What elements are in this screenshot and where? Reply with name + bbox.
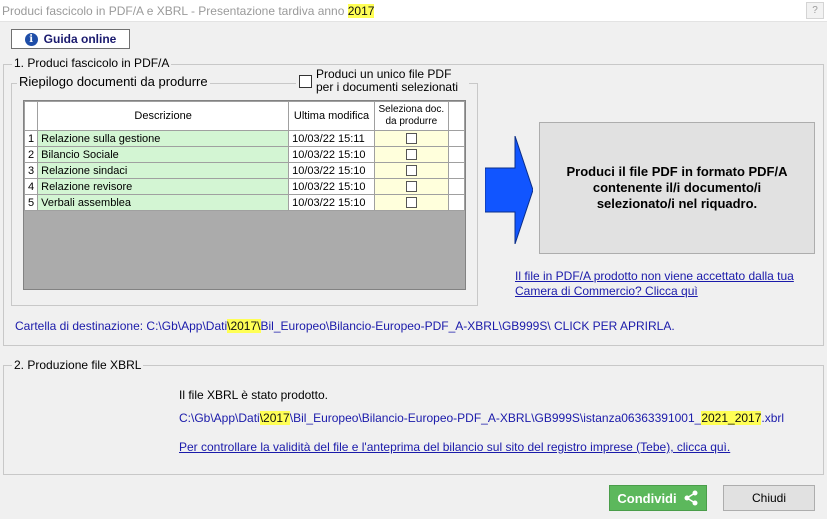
dest-path-year-highlight[interactable]: \2017\ (227, 319, 261, 333)
row-select-cell[interactable] (373, 162, 449, 179)
row-blank (447, 162, 466, 179)
dest-label: Cartella di destinazione: (15, 319, 147, 333)
row-ultima-modifica: 10/03/22 15:10 (288, 178, 375, 195)
row-select-cell[interactable] (373, 130, 449, 147)
row-index: 5 (23, 194, 39, 211)
header-blank (447, 101, 466, 131)
row-select-checkbox[interactable] (405, 165, 417, 177)
pdfa-not-accepted-link[interactable]: Il file in PDF/A prodotto non viene acce… (515, 269, 794, 299)
row-blank (447, 146, 466, 163)
row-ultima-modifica: 10/03/22 15:10 (288, 194, 375, 211)
table-row[interactable]: 3 Relazione sindaci 10/03/22 15:10 (23, 162, 466, 179)
xbrl-path-middle[interactable]: \Bil_Europeo\Bilancio-Europeo-PDF_A-XBRL… (290, 411, 702, 425)
row-select-checkbox[interactable] (405, 181, 417, 193)
table-row[interactable]: 2 Bilancio Sociale 10/03/22 15:10 (23, 146, 466, 163)
table-row[interactable]: 4 Relazione revisore 10/03/22 15:10 (23, 178, 466, 195)
chiudi-button[interactable]: Chiudi (723, 485, 815, 511)
row-ultima-modifica: 10/03/22 15:10 (288, 146, 375, 163)
condividi-label: Condividi (617, 490, 677, 506)
row-select-checkbox[interactable] (405, 149, 417, 161)
dest-path-start[interactable]: C:\Gb\App\Dati (146, 319, 227, 333)
info-icon: i (24, 32, 38, 46)
row-descrizione[interactable]: Relazione sindaci (37, 162, 290, 179)
produce-pdfa-button[interactable]: Produci il file PDF in formato PDF/A con… (539, 122, 815, 254)
title-bar: Produci fascicolo in PDF/A e XBRL - Pres… (0, 0, 827, 22)
row-descrizione[interactable]: Relazione revisore (37, 178, 290, 195)
documents-table: Descrizione Ultima modifica Seleziona do… (23, 100, 466, 290)
row-select-checkbox[interactable] (405, 197, 417, 209)
table-row[interactable]: 1 Relazione sulla gestione 10/03/22 15:1… (23, 130, 466, 147)
xbrl-path-years-highlight[interactable]: 2021_2017 (701, 411, 762, 425)
guida-online-label: Guida online (43, 32, 117, 46)
row-blank (447, 194, 466, 211)
header-descrizione: Descrizione (37, 101, 290, 131)
xbrl-path-year-highlight[interactable]: \2017 (259, 411, 290, 425)
header-seleziona: Seleziona doc. da produrre (373, 101, 449, 131)
row-select-cell[interactable] (373, 194, 449, 211)
tebe-check-link[interactable]: Per controllare la validità del file e l… (179, 440, 730, 454)
xbrl-path-ext[interactable]: .xbrl (761, 411, 784, 425)
row-index: 4 (23, 178, 39, 195)
row-descrizione[interactable]: Verbali assemblea (37, 194, 290, 211)
arrow-right-icon (485, 136, 533, 244)
single-pdf-checkbox[interactable] (299, 75, 312, 88)
row-descrizione[interactable]: Relazione sulla gestione (37, 130, 290, 147)
row-ultima-modifica: 10/03/22 15:11 (288, 130, 375, 147)
dest-path-end[interactable]: Bil_Europeo\Bilancio-Europeo-PDF_A-XBRL\… (261, 319, 675, 333)
row-blank (447, 178, 466, 195)
header-index (23, 101, 39, 131)
single-pdf-label: Produci un unico file PDF per i document… (316, 67, 459, 94)
table-header: Descrizione Ultima modifica Seleziona do… (23, 101, 466, 131)
window-title: Produci fascicolo in PDF/A e XBRL - Pres… (2, 4, 375, 18)
pdfa-link-line1[interactable]: Il file in PDF/A prodotto non viene acce… (515, 269, 794, 284)
row-select-cell[interactable] (373, 146, 449, 163)
row-select-checkbox[interactable] (405, 133, 417, 145)
row-descrizione[interactable]: Bilancio Sociale (37, 146, 290, 163)
pdfa-link-line2[interactable]: Camera di Commercio? Clicca quì (515, 284, 794, 299)
single-pdf-option[interactable]: Produci un unico file PDF per i document… (296, 68, 469, 94)
row-index: 1 (23, 130, 39, 147)
section-pdfa-legend: 1. Produci fascicolo in PDF/A (12, 56, 172, 70)
destination-folder-link[interactable]: Cartella di destinazione: C:\Gb\App\Dati… (15, 319, 675, 333)
share-icon (684, 490, 698, 506)
row-ultima-modifica: 10/03/22 15:10 (288, 162, 375, 179)
xbrl-file-path-link[interactable]: C:\Gb\App\Dati\2017\Bil_Europeo\Bilancio… (179, 411, 784, 425)
section-xbrl-legend: 2. Produzione file XBRL (12, 358, 144, 372)
xbrl-path-start[interactable]: C:\Gb\App\Dati (179, 411, 260, 425)
header-ultima-modifica: Ultima modifica (288, 101, 375, 131)
row-index: 2 (23, 146, 39, 163)
title-year-highlight: 2017 (347, 4, 375, 18)
help-title-button[interactable]: ? (806, 2, 824, 19)
documents-groupbox-legend: Riepilogo documenti da produrre (17, 74, 210, 89)
row-select-cell[interactable] (373, 178, 449, 195)
xbrl-status-message: Il file XBRL è stato prodotto. (179, 388, 328, 402)
guida-online-button[interactable]: i Guida online (11, 29, 130, 49)
table-row[interactable]: 5 Verbali assemblea 10/03/22 15:10 (23, 194, 466, 211)
condividi-button[interactable]: Condividi (609, 485, 707, 511)
row-blank (447, 130, 466, 147)
row-index: 3 (23, 162, 39, 179)
